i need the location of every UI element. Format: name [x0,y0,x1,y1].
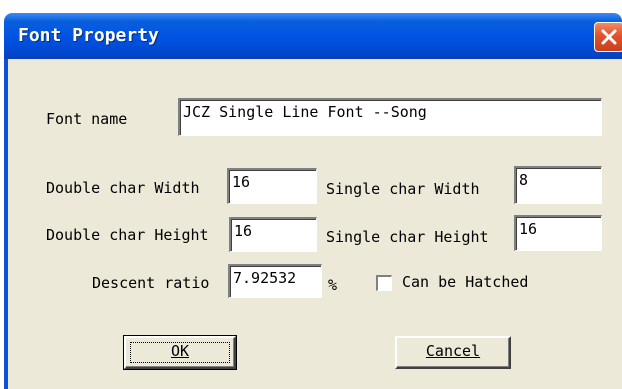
percent-label: % [328,276,338,294]
window-border [4,59,8,389]
single-char-height-field[interactable]: 16 [514,215,602,251]
ok-button[interactable]: OK [123,335,237,370]
double-char-height-field[interactable]: 16 [229,217,317,252]
ok-button-label: OK [170,342,190,360]
close-button[interactable] [594,22,622,52]
single-char-width-label: Single char Width [326,180,480,198]
font-property-dialog: Font Property Font name JCZ Single Line … [4,13,622,389]
can-be-hatched-checkbox[interactable] [376,275,392,291]
font-name-label: Font name [46,110,128,128]
descent-ratio-field[interactable]: 7.92532 [228,264,322,298]
cancel-button-label: Cancel [425,342,481,360]
cancel-button[interactable]: Cancel [395,336,511,369]
descent-ratio-label: Descent ratio [92,274,210,292]
double-char-width-field[interactable]: 16 [227,168,317,204]
single-char-height-label: Single char Height [326,228,489,246]
close-icon [601,29,617,45]
font-name-field[interactable]: JCZ Single Line Font --Song [178,98,602,136]
title-bar[interactable]: Font Property [4,13,622,59]
double-char-width-label: Double char Width [46,179,200,197]
dialog-title: Font Property [18,25,159,46]
single-char-width-field[interactable]: 8 [514,166,602,204]
can-be-hatched-label[interactable]: Can be Hatched [402,273,528,291]
double-char-height-label: Double char Height [46,226,209,244]
